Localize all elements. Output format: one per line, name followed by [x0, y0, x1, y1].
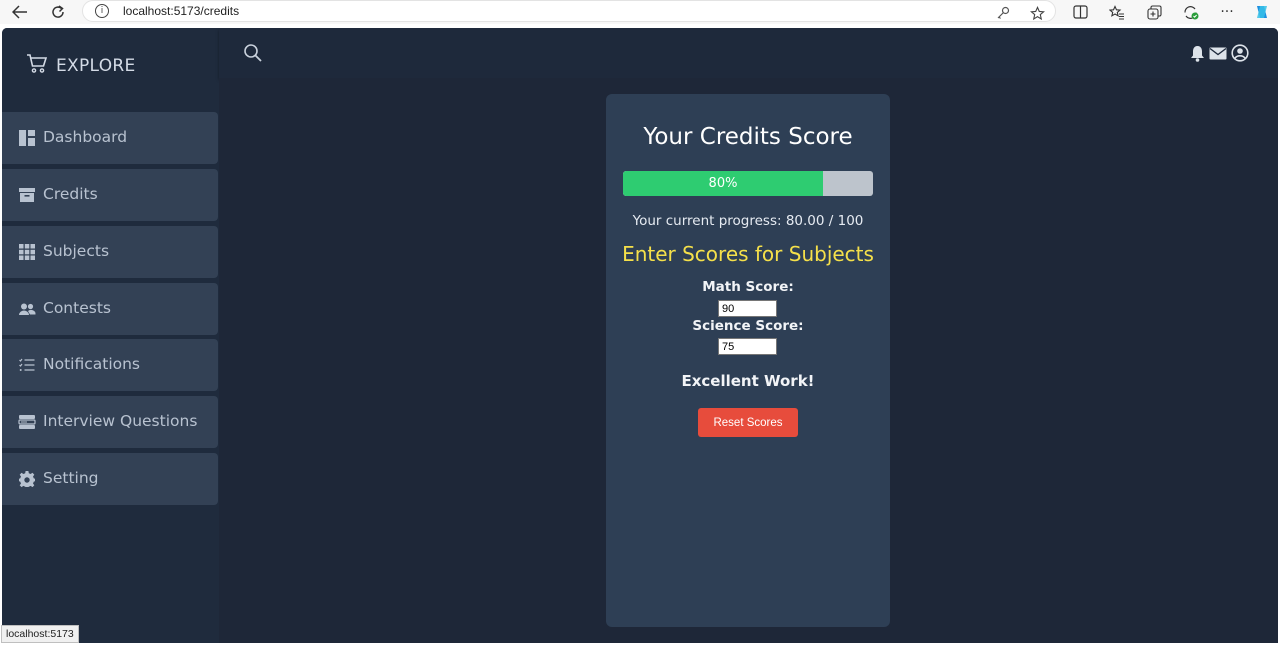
main-content: Your Credits Score 80% Your current prog… [219, 78, 1278, 643]
split-screen-icon[interactable] [1070, 2, 1090, 22]
users-icon [18, 300, 36, 318]
list-icon [18, 356, 36, 374]
dashboard-icon [18, 129, 36, 147]
math-score-input[interactable] [718, 300, 777, 317]
section-title: Enter Scores for Subjects [622, 242, 874, 266]
sidebar-item-subjects[interactable]: Subjects [2, 226, 218, 278]
card-title: Your Credits Score [643, 124, 853, 150]
app-window: EXPLORE Dashboard Credits Subjects Conte… [2, 28, 1278, 643]
sidebar: EXPLORE Dashboard Credits Subjects Conte… [2, 28, 219, 643]
sidebar-item-credits[interactable]: Credits [2, 169, 218, 221]
mail-icon[interactable] [1209, 47, 1227, 65]
sidebar-item-label: Dashboard [43, 128, 128, 146]
collections-icon[interactable] [1144, 2, 1164, 22]
sidebar-item-label: Notifications [43, 355, 141, 373]
url-text[interactable]: localhost:5173/credits [123, 4, 239, 18]
brand[interactable]: EXPLORE [26, 52, 136, 79]
back-icon[interactable] [10, 2, 30, 22]
brand-label: EXPLORE [56, 55, 136, 76]
sidebar-item-dashboard[interactable]: Dashboard [2, 112, 218, 164]
top-bar [219, 28, 1278, 78]
copilot-icon[interactable] [1252, 2, 1272, 22]
science-score-input[interactable] [718, 338, 777, 355]
sidebar-item-setting[interactable]: Setting [2, 453, 218, 505]
site-info-icon[interactable]: i [95, 4, 109, 18]
search-icon[interactable] [243, 43, 263, 68]
sidebar-item-interview-questions[interactable]: Interview Questions [2, 396, 218, 448]
sidebar-item-label: Setting [43, 469, 99, 487]
progress-bar: 80% [623, 171, 873, 196]
sidebar-item-label: Contests [43, 299, 111, 317]
extensions-icon[interactable] [1181, 2, 1201, 22]
credits-card: Your Credits Score 80% Your current prog… [606, 94, 890, 627]
sidebar-item-contests[interactable]: Contests [2, 283, 218, 335]
user-circle-icon[interactable] [1231, 44, 1249, 67]
result-message: Excellent Work! [681, 372, 815, 390]
science-score-label: Science Score: [692, 318, 804, 334]
sidebar-item-notifications[interactable]: Notifications [2, 339, 218, 391]
server-icon [18, 413, 36, 431]
cart-icon [26, 52, 48, 79]
refresh-icon[interactable] [48, 2, 68, 22]
address-bar[interactable]: i localhost:5173/credits [82, 0, 1056, 22]
math-score-label: Math Score: [702, 279, 794, 295]
grid-icon [18, 243, 36, 261]
more-icon[interactable]: ··· [1217, 2, 1237, 22]
browser-toolbar: i localhost:5173/credits ··· [0, 0, 1280, 24]
archive-icon [18, 186, 36, 204]
reset-scores-button[interactable]: Reset Scores [698, 408, 798, 437]
bell-icon[interactable] [1190, 45, 1205, 67]
gear-icon [18, 470, 36, 488]
key-icon[interactable] [993, 3, 1013, 23]
progress-text: Your current progress: 80.00 / 100 [632, 213, 864, 229]
sidebar-item-label: Interview Questions [43, 412, 198, 430]
sidebar-item-label: Credits [43, 185, 98, 203]
star-icon[interactable] [1027, 3, 1047, 23]
status-url-tooltip: localhost:5173 [1, 625, 79, 643]
progress-fill: 80% [623, 171, 823, 196]
favorites-icon[interactable] [1107, 2, 1127, 22]
sidebar-item-label: Subjects [43, 242, 110, 260]
